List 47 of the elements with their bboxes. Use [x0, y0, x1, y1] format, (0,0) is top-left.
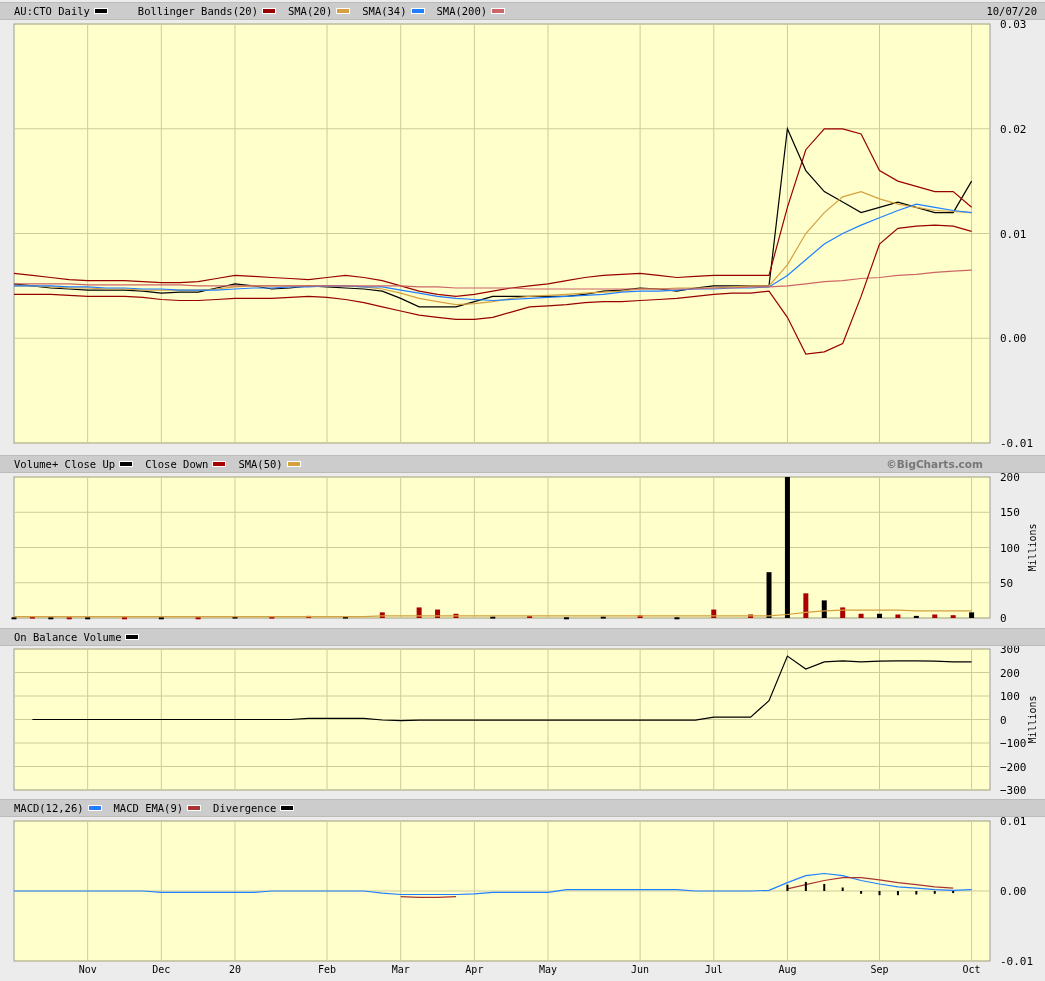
- axis-label: 50: [1000, 576, 1014, 590]
- legend-label: Close Down: [145, 458, 209, 470]
- axis-label: 0.01: [1000, 817, 1027, 828]
- axis-label: May: [539, 964, 558, 975]
- axis-label: Feb: [318, 964, 337, 975]
- legend-label: Divergence: [213, 802, 277, 814]
- legend-label: MACD EMA(9): [113, 802, 184, 814]
- axis-title: Millions: [1027, 695, 1038, 744]
- axis-label: 0.00: [1000, 332, 1027, 346]
- legend-label: SMA(20): [287, 5, 333, 17]
- legend-label: SMA(34): [362, 5, 407, 17]
- axis-label: Dec: [152, 964, 171, 975]
- axis-label: −200: [1000, 760, 1027, 774]
- axis-label: Apr: [465, 964, 484, 975]
- axis-label: Aug: [778, 964, 797, 975]
- axis-label: 0.03: [1000, 20, 1027, 31]
- axis-label: 150: [1000, 506, 1020, 520]
- legend-label: Bollinger Bands(20): [137, 5, 258, 17]
- legend-label: Volume+ Close Up: [14, 458, 116, 470]
- axis-label: 0: [1000, 713, 1007, 727]
- legend-label: On Balance Volume: [14, 631, 122, 643]
- axis-label: 20: [228, 964, 241, 975]
- axis-label: Jul: [704, 964, 723, 975]
- axis-label: Jun: [631, 964, 650, 975]
- legend-label: SMA(200): [436, 5, 488, 17]
- axis-label: 0.00: [1000, 885, 1027, 898]
- axis-label: 100: [1000, 690, 1020, 703]
- axis-label: −100: [1000, 737, 1027, 750]
- axis-label: Oct: [962, 964, 981, 975]
- axis-label: -0.01: [1000, 437, 1034, 450]
- axis-label: 0.01: [1000, 227, 1027, 241]
- legend-label: AU:CTO Daily: [14, 5, 90, 17]
- axis-label: 100: [1000, 541, 1020, 555]
- axis-label: Nov: [78, 964, 97, 975]
- axis-label: −300: [1000, 784, 1027, 797]
- copyright-text: ©BigCharts.com: [886, 458, 983, 470]
- axis-title: Millions: [1027, 523, 1038, 572]
- legend-label: MACD(12,26): [14, 802, 84, 814]
- axis-label: -0.01: [1000, 955, 1034, 968]
- chart-date: 10/07/20: [986, 5, 1037, 17]
- axis-label: Sep: [870, 964, 889, 975]
- axis-label: 0.02: [1000, 122, 1027, 136]
- axis-label: 200: [1000, 473, 1020, 484]
- axis-label: 200: [1000, 666, 1020, 680]
- legend-label: SMA(50): [238, 458, 283, 470]
- axis-label: 0: [1000, 612, 1007, 625]
- axis-label: Mar: [391, 964, 410, 975]
